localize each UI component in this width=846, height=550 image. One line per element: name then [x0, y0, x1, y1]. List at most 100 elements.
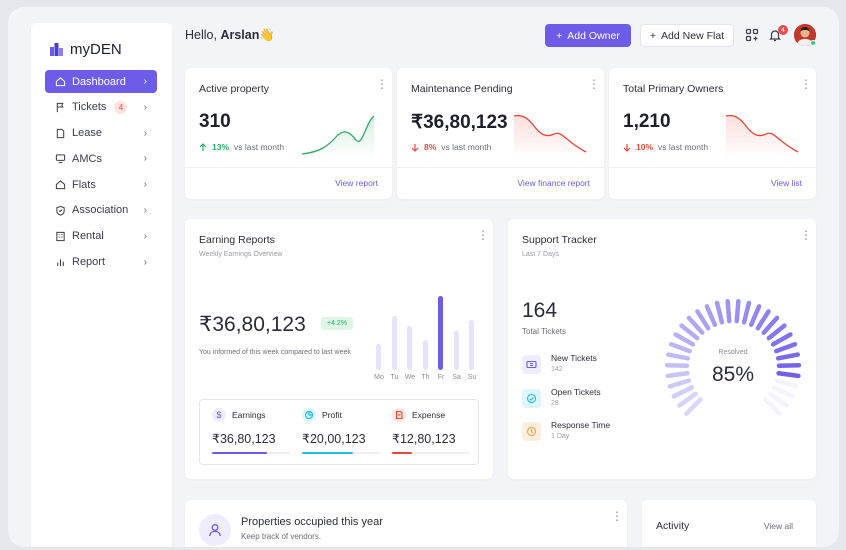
gauge-tick [665, 370, 690, 379]
arrow-down-icon [411, 143, 419, 152]
gauge-tick [671, 385, 695, 399]
chart-bar [391, 315, 397, 370]
kpi-change-percent: 13% [212, 142, 230, 152]
breakdown-progress [392, 452, 470, 454]
view-all-link[interactable]: View all [764, 521, 793, 531]
support-item-value: 28 [551, 399, 559, 407]
kpi-sparkline [725, 114, 799, 158]
kpi-change: 10% vs last month [623, 142, 708, 152]
support-item: Open Tickets 28 [522, 387, 642, 409]
kpi-change-note: vs last month [234, 142, 285, 152]
sidebar-item-dashboard[interactable]: Dashboard › [45, 70, 157, 93]
breakdown-value: ₹36,80,123 [212, 432, 276, 446]
breakdown-label: Profit [322, 410, 342, 420]
divider [397, 167, 604, 168]
sidebar-item-label: Dashboard [72, 75, 126, 88]
earning-reports-title: Earning Reports [199, 234, 275, 246]
sidebar-item-amcs[interactable]: AMCs › [45, 147, 157, 170]
more-options-icon[interactable]: ⋮ [800, 229, 812, 241]
user-icon [199, 514, 231, 546]
sidebar-item-report[interactable]: Report › [45, 251, 157, 274]
sidebar-item-label: Flats [72, 178, 96, 191]
chevron-right-icon: › [143, 127, 147, 139]
more-options-icon[interactable]: ⋮ [800, 78, 812, 90]
sidebar-item-rental[interactable]: Rental › [45, 225, 157, 248]
kpi-change: 8% vs last month [411, 142, 491, 152]
earnings-total: ₹36,80,123 [199, 313, 306, 336]
kpi-sparkline [513, 114, 587, 158]
chart-day-label: Sa [452, 374, 461, 381]
add-new-flat-button[interactable]: + Add New Flat [640, 24, 734, 47]
more-options-icon[interactable]: ⋮ [611, 510, 623, 522]
breakdown-progress-fill [302, 452, 353, 454]
kpi-card: Active property ⋮ 310 13% vs last month View… [185, 68, 392, 199]
gauge-tick [714, 300, 725, 325]
sidebar-item-label: Association [72, 204, 129, 217]
add-owner-button[interactable]: + Add Owner [545, 24, 631, 47]
support-item: Response Time 1 Day [522, 420, 642, 442]
divider [185, 167, 392, 168]
chevron-right-icon: › [143, 179, 147, 191]
gauge-tick [776, 370, 801, 379]
kpi-change-percent: 8% [424, 142, 437, 152]
add-owner-label: Add Owner [567, 29, 620, 42]
kpi-view-link[interactable]: View report [335, 178, 378, 188]
flag-icon [54, 101, 66, 113]
earnings-note: You informed of this week compared to la… [199, 349, 351, 356]
more-options-icon[interactable]: ⋮ [588, 78, 600, 90]
sidebar-item-lease[interactable]: Lease › [45, 122, 157, 145]
properties-occupied-card: Properties occupied this year Keep track… [185, 500, 627, 547]
support-item-name: Response Time [551, 420, 611, 430]
sidebar-item-association[interactable]: Association › [45, 199, 157, 222]
chart-bar [422, 339, 428, 370]
breakdown-label: Earnings [232, 410, 266, 420]
breakdown-expense: Expense ₹12,80,123 [392, 408, 470, 454]
breakdown-label: Expense [412, 410, 446, 420]
arrow-up-icon [199, 142, 207, 151]
logo-icon [50, 43, 63, 56]
kpi-change-note: vs last month [658, 142, 709, 152]
gauge-tick [725, 298, 732, 324]
app-frame: myDEN Dashboard › Tickets 4 › Lease › AMCs › Flat… [8, 7, 839, 547]
earning-reports-card: Earning Reports Weekly Earnings Overview… [185, 219, 493, 479]
dollar-icon: $ [212, 408, 226, 422]
kpi-change-note: vs last month [441, 142, 492, 152]
gauge-label: Resolved [718, 349, 748, 356]
sidebar-item-flats[interactable]: Flats › [45, 173, 157, 196]
support-item-value: 142 [551, 366, 563, 373]
kpi-title: Active property [199, 83, 270, 95]
kpi-view-link[interactable]: View finance report [517, 178, 590, 188]
kpi-sparkline [301, 115, 375, 158]
sidebar-nav: Dashboard › Tickets 4 › Lease › AMCs › Flats › Asso… [45, 70, 157, 276]
kpi-title: Total Primary Owners [623, 83, 724, 95]
gauge-tick [665, 352, 691, 361]
app-name: myDEN [70, 41, 122, 58]
activity-card: Activity View all [642, 500, 816, 547]
kpi-view-link[interactable]: View list [771, 178, 802, 188]
properties-subtitle: Keep track of vendors. [241, 532, 322, 541]
breakdown-earnings: $ Earnings ₹36,80,123 [212, 408, 290, 454]
sidebar-item-label: Lease [72, 127, 102, 140]
sidebar-item-label: AMCs [72, 152, 102, 165]
kpi-card: Total Primary Owners ⋮ 1,210 10% vs last mon… [609, 68, 816, 199]
gauge-tick [704, 304, 718, 327]
more-options-icon[interactable]: ⋮ [477, 229, 489, 241]
sidebar-item-tickets[interactable]: Tickets 4 › [45, 96, 157, 119]
bar-chart-icon [54, 256, 66, 268]
earnings-change-badge: +4.2% [321, 317, 354, 330]
apps-grid-icon[interactable] [745, 28, 759, 42]
home-icon [54, 76, 66, 88]
more-options-icon[interactable]: ⋮ [376, 78, 388, 90]
logo[interactable]: myDEN [49, 41, 122, 58]
weekly-bar-chart: Mo Tu We Th Fr Sa Su [372, 291, 482, 381]
gauge-tick [748, 304, 762, 327]
activity-title: Activity [656, 520, 690, 532]
check-circle-icon [522, 388, 541, 408]
expense-icon [392, 408, 406, 422]
chart-day-label: We [404, 374, 416, 381]
gauge-tick [668, 341, 693, 354]
support-tracker-title: Support Tracker [522, 234, 597, 246]
user-name: Arslan [220, 28, 260, 42]
kpi-change: 13% vs last month [199, 142, 284, 152]
online-status-dot [810, 40, 816, 46]
